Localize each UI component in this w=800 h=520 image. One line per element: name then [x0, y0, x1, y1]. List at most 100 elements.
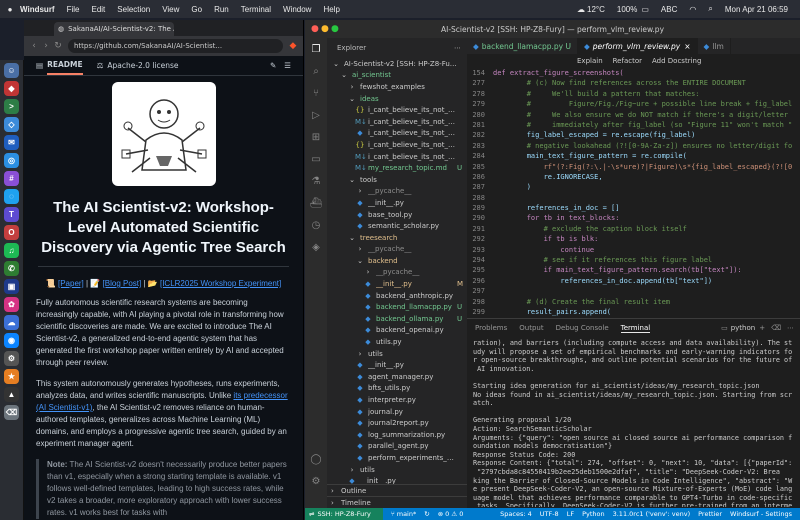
outline-section[interactable]: › Outline	[327, 484, 467, 496]
action-explain[interactable]: Explain	[577, 57, 603, 65]
menu-file[interactable]: File	[67, 5, 80, 14]
sync-icon[interactable]: ↻	[424, 510, 429, 518]
code-lines[interactable]: 154 def extract_figure_screenshots(277 # …	[467, 68, 800, 338]
tree-item[interactable]: ⌄ ai_scientist	[327, 70, 467, 82]
action-add-docstring[interactable]: Add Docstring	[652, 57, 701, 65]
remote-indicator[interactable]: ⇌ SSH: HP-Z8-Fury	[305, 508, 383, 520]
python-interpreter[interactable]: 3.11.0rc1 ('venv': venv)	[613, 510, 691, 518]
search-icon[interactable]: ⌕	[305, 60, 327, 82]
finder-icon[interactable]: ☺	[4, 63, 19, 78]
test-icon[interactable]: ⚗	[305, 170, 327, 192]
more-actions-icon[interactable]: ⋯	[787, 324, 794, 332]
trash-icon[interactable]: ⌫	[771, 324, 781, 332]
settings-icon[interactable]: ⚙	[4, 351, 19, 366]
tree-item[interactable]: ⌄ backend	[327, 255, 467, 267]
menu-run[interactable]: Run	[214, 5, 229, 14]
spotify-icon[interactable]: ♫	[4, 243, 19, 258]
menu-terminal[interactable]: Terminal	[241, 5, 271, 14]
file-encoding[interactable]: UTF-8	[540, 510, 559, 518]
app-icon-7[interactable]: ▲	[4, 387, 19, 402]
list-icon[interactable]: ☰	[284, 61, 291, 70]
clock-icon[interactable]: ◷	[305, 214, 327, 236]
tree-item[interactable]: {}i_cant_believe_its_not_bett...	[327, 104, 467, 116]
menu-selection[interactable]: Selection	[117, 5, 150, 14]
tree-item[interactable]: {}i_cant_believe_its_not_bett...	[327, 139, 467, 151]
terminal-icon[interactable]: >	[4, 99, 19, 114]
add-terminal-icon[interactable]: +	[759, 324, 765, 332]
trash-icon[interactable]: ⌫	[4, 405, 19, 420]
app-icon-4[interactable]: ☁	[4, 315, 19, 330]
slack-icon[interactable]: #	[4, 171, 19, 186]
edit-icon[interactable]: ✎	[270, 61, 276, 70]
tree-item[interactable]: ◆ backend_ollama.py U	[327, 313, 467, 325]
app-icon-1[interactable]: ◆	[4, 81, 19, 96]
docker-icon[interactable]: ⛴	[305, 192, 327, 214]
wifi-icon[interactable]: ◠	[689, 5, 696, 14]
line-endings[interactable]: LF	[567, 510, 574, 518]
tab-llm[interactable]: ◆ llm	[698, 38, 731, 54]
search-icon[interactable]: ⌕	[708, 4, 712, 14]
link-paper[interactable]: [Paper]	[58, 279, 84, 288]
app-icon-5[interactable]: ◉	[4, 333, 19, 348]
maximize-window-icon[interactable]: ●	[331, 24, 339, 34]
terminal-shell[interactable]: python	[731, 324, 756, 332]
close-window-icon[interactable]: ●	[311, 24, 319, 34]
language-mode[interactable]: Python	[582, 510, 605, 518]
more-actions-icon[interactable]: ⋯	[454, 44, 461, 52]
app-icon-3[interactable]: ✿	[4, 297, 19, 312]
source-control-icon[interactable]: ⑂	[305, 82, 327, 104]
tree-item[interactable]: ◆ perform_experiments_bfts_...	[327, 452, 467, 464]
vscode-icon[interactable]: ◇	[4, 117, 19, 132]
extensions-icon[interactable]: ⊞	[305, 126, 327, 148]
tree-item[interactable]: ◆ backend_openai.py	[327, 325, 467, 337]
remote-explorer-icon[interactable]: ▭	[305, 148, 327, 170]
menu-view[interactable]: View	[162, 5, 179, 14]
tree-item[interactable]: ◆ bfts_utils.py	[327, 383, 467, 395]
menu-go[interactable]: Go	[191, 5, 202, 14]
battery-icon[interactable]: ▭	[641, 5, 649, 14]
tab-debug-console[interactable]: Debug Console	[556, 324, 609, 332]
tree-item[interactable]: ◆ parallel_agent.py	[327, 441, 467, 453]
tab-backend-llamacpp[interactable]: ◆ backend_llamacpp.py U	[467, 38, 578, 54]
weather-icon[interactable]: ☁	[577, 5, 585, 14]
input-source[interactable]: ABC	[661, 5, 677, 14]
tree-item[interactable]: › __pycache__	[327, 267, 467, 279]
tree-item[interactable]: › __pycache__	[327, 244, 467, 256]
tree-item[interactable]: › fewshot_examples	[327, 81, 467, 93]
link-blog[interactable]: [Blog Post]	[103, 279, 142, 288]
tree-item[interactable]: ◆ agent_manager.py	[327, 371, 467, 383]
tree-item[interactable]: ⌄ treesearch	[327, 232, 467, 244]
app-icon-6[interactable]: ★	[4, 369, 19, 384]
tree-item[interactable]: ◆ __init__.py	[327, 359, 467, 371]
prettier-status[interactable]: Prettier	[698, 510, 722, 518]
tree-item[interactable]: ◆ utils.py	[327, 336, 467, 348]
tree-item[interactable]: › __pycache__	[327, 186, 467, 198]
tree-item[interactable]: ◆ __init__.py	[327, 197, 467, 209]
git-graph-icon[interactable]: ◈	[305, 236, 327, 258]
menu-help[interactable]: Help	[323, 5, 339, 14]
problems-count[interactable]: 0 ⚠ 0	[445, 510, 463, 518]
apple-icon[interactable]: ●	[0, 5, 20, 14]
tree-item[interactable]: M↓i_cant_believe_its_not_bett...	[327, 116, 467, 128]
timeline-section[interactable]: › Timeline	[327, 496, 467, 508]
indent-spaces[interactable]: Spaces: 4	[500, 510, 532, 518]
browser-icon[interactable]: ◎	[4, 153, 19, 168]
settings-gear-icon[interactable]: ⚙	[305, 470, 327, 492]
files-icon[interactable]: ❐	[305, 38, 327, 60]
windsurf-settings[interactable]: Windsurf - Settings	[730, 510, 792, 518]
tree-item[interactable]: ◆ base_tool.py	[327, 209, 467, 221]
teams-icon[interactable]: T	[4, 207, 19, 222]
tab-perform-vlm-review[interactable]: ◆ perform_vlm_review.py ×	[577, 38, 698, 54]
mail-icon[interactable]: ✉	[4, 135, 19, 150]
url-input[interactable]: https://github.com/SakanaAI/AI-Scientist…	[68, 39, 283, 53]
minimize-window-icon[interactable]: ●	[321, 24, 329, 34]
reload-icon[interactable]: ↻	[52, 41, 64, 51]
terminal-output[interactable]: ration), and barriers (including compute…	[467, 337, 800, 507]
tree-item[interactable]: › utils	[327, 464, 467, 476]
tree-item[interactable]: ◆ log_summarization.py	[327, 429, 467, 441]
tree-item[interactable]: ◆ journal2report.py	[327, 417, 467, 429]
tab-problems[interactable]: Problems	[475, 324, 507, 332]
close-tab-icon[interactable]: ×	[684, 42, 690, 51]
action-refactor[interactable]: Refactor	[613, 57, 642, 65]
tree-item[interactable]: ◆ backend_anthropic.py	[327, 290, 467, 302]
